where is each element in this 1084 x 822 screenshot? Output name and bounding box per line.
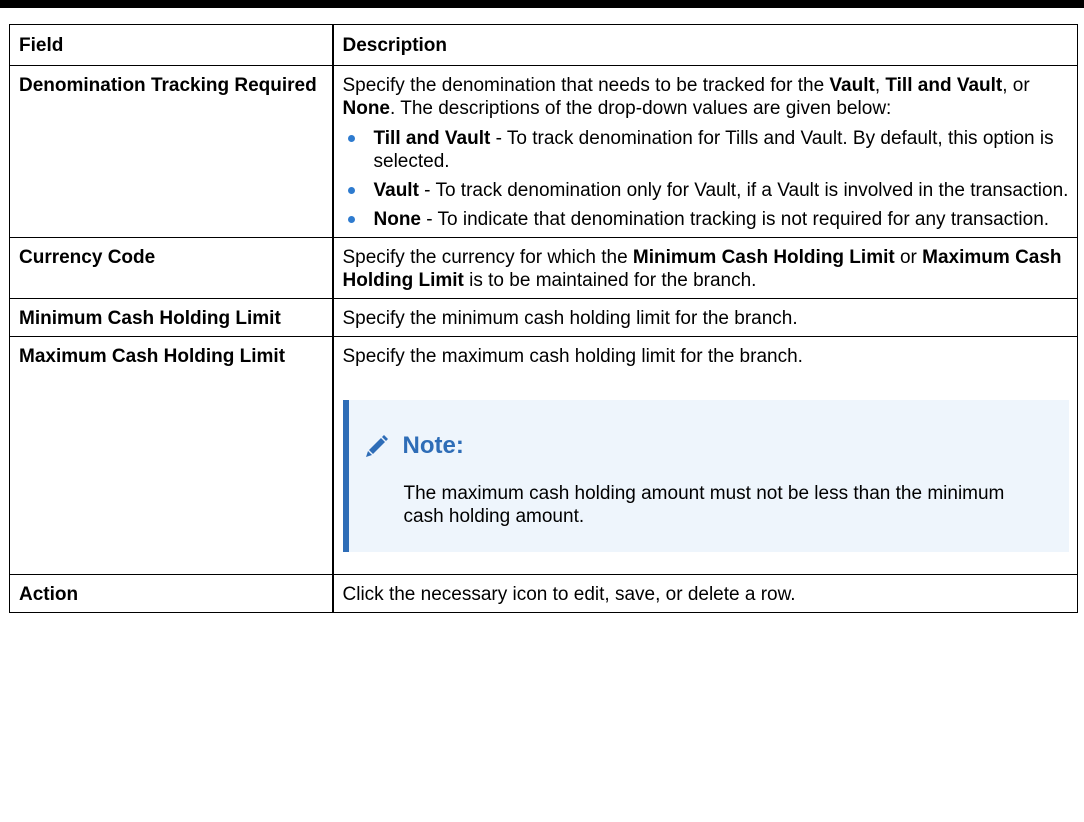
table-row: Action Click the necessary icon to edit,… (9, 574, 1078, 613)
table-header-row: Field Description (9, 24, 1078, 66)
description-maximum-cash-holding-limit: Specify the maximum cash holding limit f… (332, 336, 1078, 575)
table-row: Maximum Cash Holding Limit Specify the m… (9, 336, 1078, 575)
description-denomination-tracking: Specify the denomination that needs to b… (332, 65, 1078, 238)
description-text: Specify the denomination that needs to b… (342, 75, 1030, 119)
pencil-icon (363, 432, 391, 460)
field-currency-code: Currency Code (9, 237, 334, 299)
field-maximum-cash-holding-limit: Maximum Cash Holding Limit (9, 336, 334, 575)
bullet-icon (347, 216, 355, 223)
note-title: Note: (402, 432, 464, 459)
option-list: Till and Vault - To track denomination f… (343, 127, 1070, 231)
field-denomination-tracking: Denomination Tracking Required (9, 65, 334, 238)
top-rule (0, 0, 1084, 8)
header-field: Field (9, 24, 334, 66)
field-description-table: Field Description Denomination Tracking … (9, 24, 1078, 613)
note-box: Note: The maximum cash holding amount mu… (342, 400, 1069, 552)
description-text: Specify the maximum cash holding limit f… (342, 346, 803, 367)
header-description: Description (332, 24, 1078, 66)
note-heading: Note: (363, 432, 1050, 460)
table-row: Minimum Cash Holding Limit Specify the m… (9, 298, 1078, 337)
list-item: Till and Vault - To track denomination f… (343, 127, 1070, 173)
list-item: Vault - To track denomination only for V… (343, 179, 1070, 202)
table-row: Denomination Tracking Required Specify t… (9, 65, 1078, 238)
description-currency-code: Specify the currency for which the Minim… (332, 237, 1078, 299)
field-minimum-cash-holding-limit: Minimum Cash Holding Limit (9, 298, 334, 337)
list-item: None - To indicate that denomination tra… (343, 208, 1070, 231)
description-action: Click the necessary icon to edit, save, … (332, 574, 1078, 613)
description-minimum-cash-holding-limit: Specify the minimum cash holding limit f… (332, 298, 1078, 337)
bullet-icon (347, 187, 355, 194)
table-row: Currency Code Specify the currency for w… (9, 237, 1078, 299)
field-action: Action (9, 574, 334, 613)
note-text: The maximum cash holding amount must not… (403, 483, 1005, 527)
bullet-icon (347, 135, 355, 142)
